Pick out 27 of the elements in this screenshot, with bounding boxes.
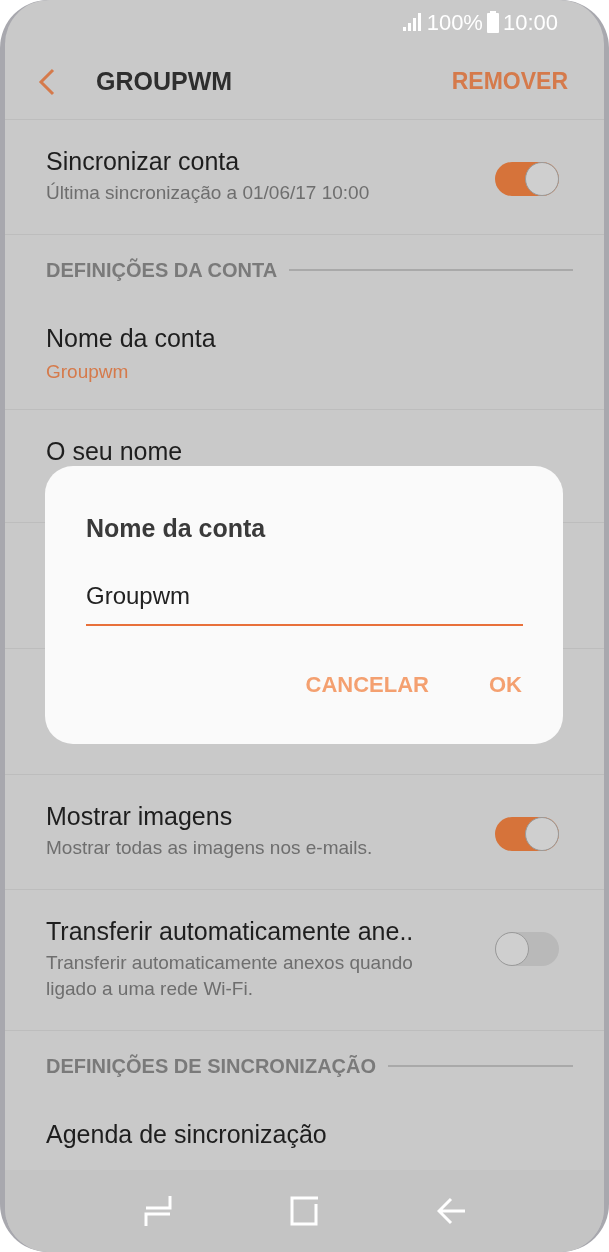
setting-title: Agenda de sincronização [46, 1119, 328, 1149]
remove-button[interactable]: REMOVER [451, 64, 568, 99]
setting-title: Sincronizar conta [46, 146, 241, 176]
setting-value: Groupwm [46, 360, 130, 384]
section-header: DEFINIÇÕES DA CONTA [46, 257, 278, 283]
toggle-switch[interactable] [495, 162, 559, 196]
back-arrow-icon[interactable] [436, 1196, 465, 1226]
back-icon[interactable] [38, 67, 56, 96]
home-icon[interactable] [290, 1196, 319, 1226]
setting-description: Transferir automaticamente anexos quando ligado a uma rede Wi-Fi. [46, 951, 414, 1001]
setting-title: Nome da conta [46, 323, 217, 353]
setting-title: Mostrar imagens [46, 801, 234, 831]
setting-description: Última sincronização a 01/06/17 10:00 [46, 181, 370, 205]
dialog-button[interactable]: CANCELAR [305, 667, 429, 701]
setting-title: O seu nome [46, 436, 184, 466]
account-name-field[interactable]: Groupwm [86, 577, 523, 626]
dialog-title: Nome da conta [86, 513, 267, 544]
dialog-button[interactable]: OK [489, 667, 522, 701]
signal-icon [402, 13, 423, 31]
toggle-switch[interactable] [495, 932, 559, 966]
battery-icon [486, 11, 499, 33]
setting-description: Mostrar todas as imagens nos e-mails. [46, 836, 373, 860]
setting-title: Transferir automaticamente ane.. [46, 916, 415, 946]
page-title: GROUPWM [96, 65, 234, 97]
section-header: DEFINIÇÕES DE SINCRONIZAÇÃO [46, 1053, 377, 1079]
recent-apps-icon[interactable] [144, 1196, 173, 1226]
toggle-switch[interactable] [495, 817, 559, 851]
